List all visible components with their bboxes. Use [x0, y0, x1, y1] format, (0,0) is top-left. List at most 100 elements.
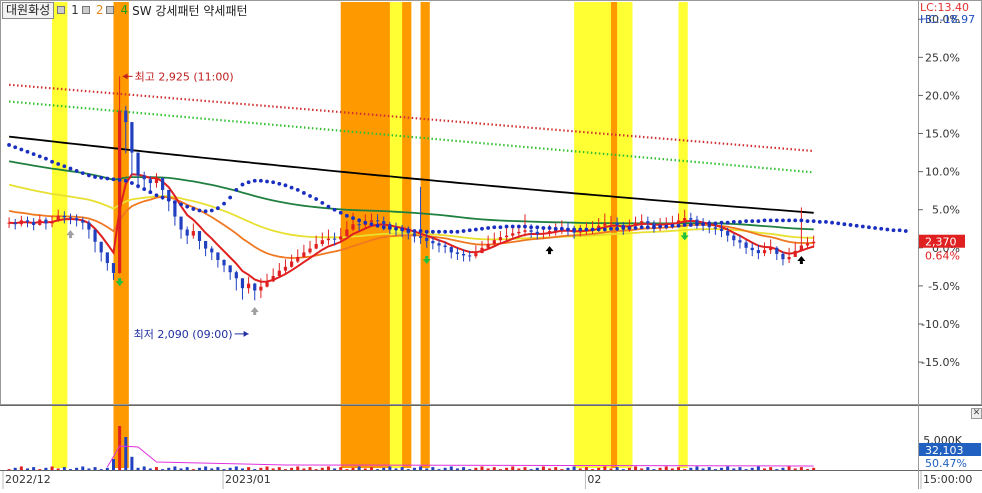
volume-bar — [603, 466, 607, 470]
indicator-dot — [621, 226, 626, 230]
candle-body — [296, 256, 300, 262]
indicator-dot — [44, 156, 48, 161]
indicator-dot — [860, 224, 865, 229]
indicator-dot — [173, 200, 177, 204]
indicator-dot — [590, 227, 595, 232]
ma-black — [8, 135, 814, 214]
y-tick-label: 15.0% — [925, 128, 960, 141]
candle-body — [504, 235, 509, 238]
indicator-dot — [449, 229, 454, 234]
volume-bar — [388, 466, 392, 470]
candle-body — [609, 222, 613, 224]
candle-body — [744, 242, 748, 248]
pattern-legend[interactable]: SW 강세패턴 약세패턴 — [132, 2, 247, 19]
candle-body — [523, 230, 527, 232]
indicator-dot — [87, 173, 91, 178]
y-tick-label: -5.0% — [928, 280, 960, 293]
candle-body — [449, 247, 453, 253]
volume-bar — [13, 467, 17, 470]
indicator-dot — [492, 225, 497, 230]
ma-orange — [8, 195, 814, 259]
volume-bar — [50, 466, 54, 470]
candle-body — [191, 231, 195, 236]
volume-bar — [419, 466, 423, 470]
indicator-dot — [529, 225, 534, 230]
y-axis: 30.0%25.0%20.0%15.0%10.0%5.0%0.0%-5.0%-1… — [918, 13, 965, 369]
indicator-dot — [547, 226, 552, 230]
candle-body — [756, 250, 760, 254]
stock-chart[interactable]: 5,000K 32,103 50.47% 30.0% 25.0% 20.0% 15.0% 1… — [0, 0, 982, 489]
volume-bar — [578, 468, 582, 470]
candle-body — [222, 260, 226, 266]
candle-body — [455, 252, 460, 254]
volume-bar — [382, 467, 386, 470]
volume-bar — [627, 467, 631, 470]
volume-bar — [566, 467, 570, 470]
indicator-dot — [185, 204, 190, 209]
low-arrow-icon — [243, 330, 249, 337]
volume-bar — [7, 469, 11, 470]
candle-body — [382, 221, 386, 225]
indicator-dot — [301, 191, 306, 195]
indicator-dot — [891, 228, 896, 233]
ma-green — [8, 160, 814, 231]
volume-bar — [425, 468, 429, 470]
settings-square-icon[interactable] — [57, 5, 66, 14]
toolbar-item-1[interactable]: 1 — [71, 3, 79, 17]
toggle-square-icon[interactable] — [106, 5, 115, 14]
volume-bar — [720, 467, 724, 470]
volume-bar — [228, 467, 232, 470]
candle-body — [204, 240, 208, 249]
candle-body — [412, 233, 417, 237]
indicator-dot — [799, 218, 804, 223]
indicator-dot — [854, 223, 859, 228]
indicator-dot — [695, 222, 699, 227]
candle-body — [769, 247, 773, 251]
volume-bar — [474, 467, 478, 470]
indicator-dot — [652, 225, 656, 230]
volume-bar — [695, 466, 699, 470]
candle-body — [326, 238, 331, 241]
candle-body — [541, 233, 546, 235]
volume-bar — [480, 466, 484, 470]
candle-body — [130, 122, 134, 153]
indicator-dot — [676, 223, 681, 228]
indicator-dot — [596, 227, 601, 232]
volume-bar — [701, 468, 705, 470]
toolbar-item-4[interactable]: 4 — [120, 3, 128, 17]
volume-ma-line — [106, 445, 814, 468]
indicator-dot — [615, 226, 620, 231]
indicator-dot — [793, 218, 798, 223]
indicator-dot — [430, 229, 435, 234]
candle-body — [308, 248, 312, 253]
indicator-dot — [836, 221, 841, 226]
toolbar-item-2[interactable]: 2 — [96, 3, 104, 17]
volume-bar — [646, 467, 650, 470]
candle-body — [812, 241, 816, 244]
volume-bar — [517, 468, 521, 470]
candle-body — [118, 110, 122, 273]
indicator-dot — [473, 227, 478, 232]
toggle-square-icon[interactable] — [81, 5, 90, 14]
ma-red — [9, 173, 815, 283]
y-tick-label: 20.0% — [925, 89, 960, 102]
volume-bar — [689, 467, 693, 470]
indicator-dot — [412, 229, 417, 233]
indicator-dot — [240, 182, 245, 187]
indicator-dot — [762, 218, 767, 223]
volume-bar — [775, 469, 779, 470]
chart-canvas[interactable]: 5,000K32,10350.47% 30.0%25.0%20.0%15.0%1… — [0, 0, 982, 489]
indicator-dot — [707, 221, 712, 226]
close-icon[interactable]: ✕ — [971, 408, 982, 419]
candle-body — [468, 255, 472, 257]
current-volume-ratio: 50.47% — [925, 457, 967, 470]
volume-bar — [130, 456, 134, 470]
candle-body — [314, 244, 318, 249]
candle-body — [480, 247, 484, 254]
indicator-dot — [885, 227, 890, 232]
indicator-dot — [320, 200, 325, 205]
indicator-dot — [830, 220, 834, 225]
volume-bar — [437, 469, 441, 470]
stock-name-button[interactable]: 대원화성 — [2, 1, 55, 19]
volume-bar — [38, 469, 42, 470]
